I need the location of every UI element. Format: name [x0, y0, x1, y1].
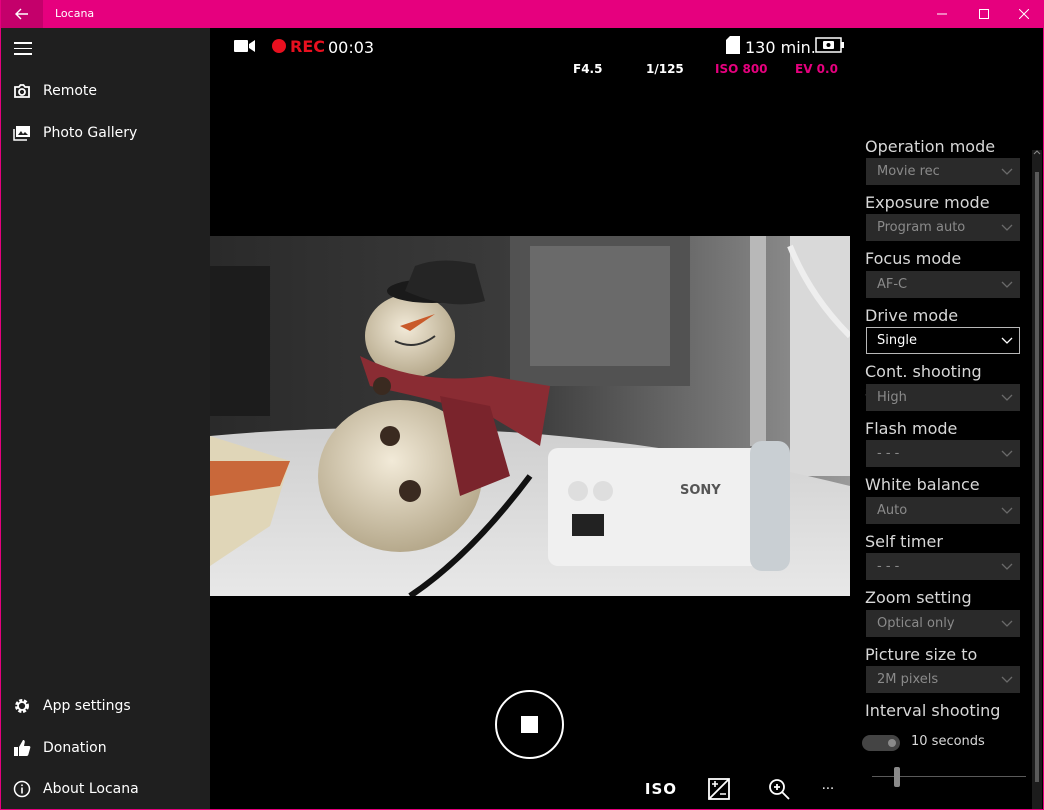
- remaining-recording-time: 130 min.: [745, 38, 816, 57]
- self-timer-value: - - -: [877, 559, 900, 574]
- flash-mode-value: - - -: [877, 446, 900, 461]
- zoom-setting-value: Optical only: [877, 616, 955, 631]
- nav-item-about[interactable]: About Locana: [1, 769, 210, 809]
- drive-mode-label: Drive mode: [865, 306, 959, 325]
- thumbs-up-icon: [1, 739, 43, 757]
- nav-item-photo-gallery[interactable]: Photo Gallery: [1, 113, 210, 153]
- close-icon: [1019, 9, 1029, 19]
- operation-mode-select[interactable]: Movie rec: [866, 158, 1020, 185]
- maximize-icon: [979, 9, 989, 19]
- iso-value: ISO 800: [715, 62, 768, 76]
- iso-button-label: ISO: [644, 780, 678, 798]
- photos-icon: [1, 125, 43, 141]
- cont-shooting-speed-value: High: [877, 390, 907, 405]
- chevron-down-icon: [1001, 224, 1013, 231]
- battery-icon: [815, 37, 844, 53]
- chevron-down-icon: [1001, 507, 1013, 514]
- white-balance-value: Auto: [877, 503, 908, 518]
- zoom-button[interactable]: [764, 775, 794, 803]
- chevron-down-icon: [1001, 676, 1013, 683]
- operation-mode-label: Operation mode: [865, 137, 996, 156]
- focus-mode-select[interactable]: AF-C: [866, 271, 1020, 298]
- picture-size-value: 2M pixels: [877, 672, 939, 687]
- chevron-down-icon: [1001, 337, 1013, 344]
- flash-mode-select[interactable]: - - -: [866, 440, 1020, 467]
- scroll-up-icon[interactable]: [1032, 147, 1042, 157]
- exposure-icon: [708, 778, 730, 800]
- chevron-down-icon: [1001, 563, 1013, 570]
- white-balance-select[interactable]: Auto: [866, 497, 1020, 524]
- nav-item-label: Remote: [43, 83, 98, 99]
- interval-value: 10 seconds: [911, 734, 985, 749]
- rec-label: REC: [290, 37, 325, 56]
- settings-scrollbar[interactable]: [1032, 150, 1042, 809]
- zoom-in-icon: [769, 779, 790, 800]
- self-timer-label: Self timer: [865, 532, 943, 551]
- shutter-speed-value: 1/125: [646, 62, 684, 76]
- nav-item-donation[interactable]: Donation: [1, 728, 210, 768]
- settings-panel: Operation mode Movie rec Exposure mode P…: [850, 88, 1031, 809]
- hamburger-menu-icon[interactable]: [14, 42, 32, 56]
- interval-shooting-toggle[interactable]: [862, 735, 900, 751]
- recording-indicator-icon: [272, 39, 286, 53]
- nav-item-app-settings[interactable]: App settings: [1, 686, 210, 726]
- exposure-compensation-value: EV 0.0: [795, 62, 838, 76]
- more-options-button[interactable]: ···: [813, 775, 843, 803]
- chevron-down-icon: [1001, 394, 1013, 401]
- navigation-pane: Remote Photo Gallery App settings Donati…: [1, 28, 210, 809]
- nav-item-label: Donation: [43, 740, 107, 756]
- zoom-setting-select[interactable]: Optical only: [866, 610, 1020, 637]
- video-camera-icon: [234, 40, 255, 52]
- memory-card-icon: [726, 36, 740, 54]
- exposure-compensation-button[interactable]: [704, 775, 734, 803]
- nav-item-label: Photo Gallery: [43, 125, 138, 141]
- chevron-down-icon: [1001, 281, 1013, 288]
- camera-icon: [1, 83, 43, 99]
- window-title: Locana: [55, 7, 95, 20]
- focus-mode-label: Focus mode: [865, 249, 962, 268]
- nav-item-label: About Locana: [43, 781, 139, 797]
- drive-mode-select[interactable]: Single: [866, 327, 1020, 354]
- live-view-image: SONY: [210, 236, 850, 596]
- gear-icon: [1, 697, 43, 715]
- cont-shooting-speed-select[interactable]: High: [866, 384, 1020, 411]
- flash-mode-label: Flash mode: [865, 419, 958, 438]
- title-bar: Locana: [1, 0, 1043, 28]
- camera-brand-text: SONY: [680, 483, 721, 498]
- app-window: Locana Remote Photo Gallery App settings…: [0, 0, 1044, 810]
- close-button[interactable]: [1001, 0, 1043, 28]
- interval-slider[interactable]: [894, 767, 900, 787]
- picture-size-select[interactable]: 2M pixels: [866, 666, 1020, 693]
- chevron-down-icon: [1001, 450, 1013, 457]
- camera-status-bar: REC 00:03 130 min. F4.5 1/125 ISO 800 EV…: [210, 28, 850, 88]
- iso-button[interactable]: ISO: [641, 775, 681, 803]
- minimize-icon: [937, 13, 947, 15]
- drive-mode-value: Single: [877, 333, 917, 348]
- recording-time: 00:03: [328, 38, 375, 57]
- focus-mode-value: AF-C: [877, 277, 908, 292]
- scrollbar-thumb[interactable]: [1035, 172, 1039, 782]
- back-button[interactable]: [1, 0, 43, 28]
- chevron-down-icon: [1001, 620, 1013, 627]
- back-arrow-icon: [15, 8, 28, 20]
- exposure-mode-value: Program auto: [877, 220, 966, 235]
- info-icon: [1, 780, 43, 798]
- minimize-button[interactable]: [919, 0, 965, 28]
- aperture-value: F4.5: [573, 62, 603, 76]
- toggle-knob: [888, 739, 896, 747]
- nav-item-label: App settings: [43, 698, 131, 714]
- nav-item-remote[interactable]: Remote: [1, 71, 210, 111]
- operation-mode-value: Movie rec: [877, 164, 940, 179]
- zoom-setting-label: Zoom setting: [865, 588, 972, 607]
- stop-recording-button[interactable]: [495, 690, 564, 759]
- chevron-down-icon: [1001, 168, 1013, 175]
- self-timer-select[interactable]: - - -: [866, 553, 1020, 580]
- more-options-icon: ···: [821, 781, 835, 797]
- exposure-mode-select[interactable]: Program auto: [866, 214, 1020, 241]
- stop-icon: [521, 716, 538, 733]
- white-balance-label: White balance: [865, 475, 980, 494]
- interval-shooting-label: Interval shooting: [865, 701, 1001, 720]
- exposure-mode-label: Exposure mode: [865, 193, 990, 212]
